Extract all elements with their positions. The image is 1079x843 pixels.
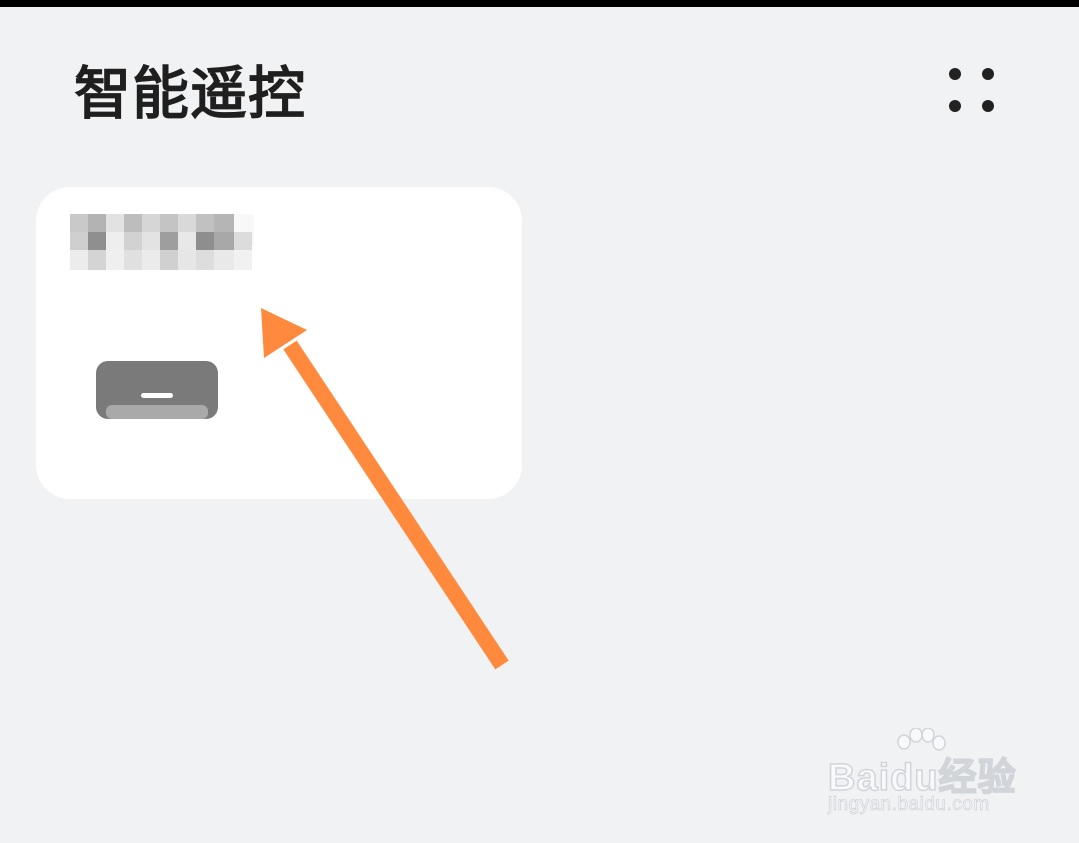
status-bar-strip <box>0 0 1079 7</box>
device-name-redacted <box>70 214 254 272</box>
more-options-button[interactable] <box>940 60 1004 124</box>
baidu-jingyan-watermark: Baidu经验 jingyan.baidu.com <box>826 728 1026 828</box>
watermark-url: jingyan.baidu.com <box>828 794 990 816</box>
grid-dots-icon <box>949 68 994 112</box>
air-conditioner-icon <box>96 361 218 419</box>
page-title: 智能遥控 <box>74 61 306 127</box>
watermark-logo: Baidu经验 <box>827 756 1017 800</box>
